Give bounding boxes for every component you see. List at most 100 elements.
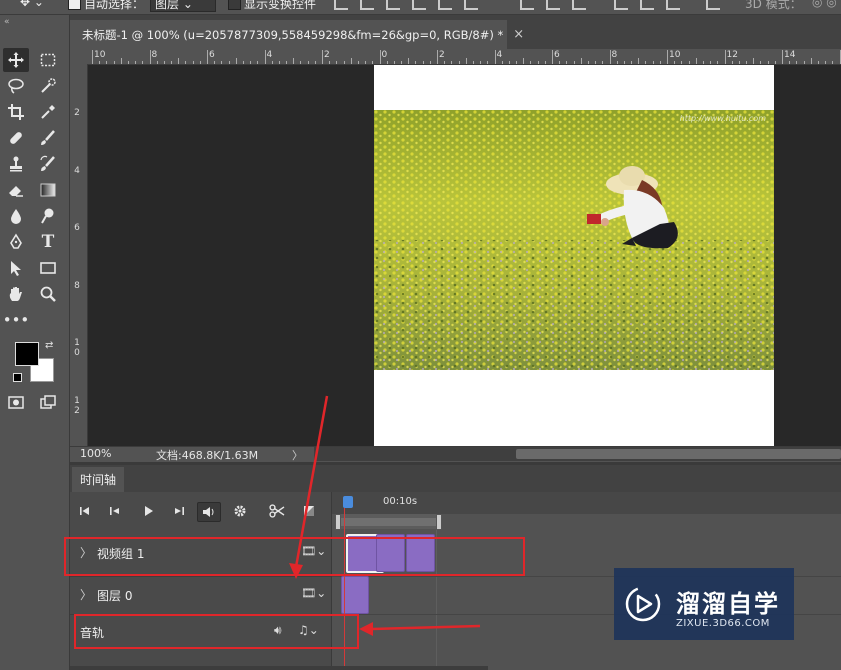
document-tab-title: 未标题-1 @ 100% (u=2057877309,558459298&fm=… <box>82 27 504 42</box>
timeline-scrollbar[interactable] <box>70 666 488 670</box>
swap-colors-icon[interactable]: ⇄ <box>45 340 53 351</box>
playhead-handle[interactable] <box>343 496 353 508</box>
ruler-tick <box>343 61 345 64</box>
ruler-tick <box>523 58 525 64</box>
ruler-tick <box>300 61 302 64</box>
next-frame-icon[interactable] <box>168 502 190 520</box>
zoom-level[interactable]: 100% <box>80 447 111 460</box>
play-icon[interactable] <box>137 502 159 520</box>
align-top-icon[interactable] <box>334 0 348 10</box>
ruler-tick <box>638 58 640 64</box>
ruler-tick <box>199 61 201 64</box>
track-row-layer-0[interactable]: 〉 图层 0 🎞︎⌄ <box>70 576 331 614</box>
default-colors-icon[interactable] <box>13 373 22 382</box>
crop-tool-icon[interactable] <box>3 100 29 124</box>
work-area-bar[interactable] <box>336 518 438 526</box>
show-transform-checkbox[interactable] <box>228 0 241 10</box>
move-tool-icon[interactable] <box>3 48 29 72</box>
audio-mute-toggle-icon[interactable] <box>197 502 221 522</box>
horizontal-scroll-thumb[interactable] <box>516 449 841 459</box>
ruler-tick <box>314 61 316 64</box>
ruler-tick <box>487 61 489 64</box>
ruler-tick <box>336 61 338 64</box>
distribute-vcenter-icon[interactable] <box>546 0 560 10</box>
ruler-tick <box>695 58 697 64</box>
zoom-tool-icon[interactable] <box>35 282 61 306</box>
history-brush-tool-icon[interactable] <box>35 152 61 176</box>
lasso-tool-icon[interactable] <box>3 74 29 98</box>
3d-orbit-icon[interactable]: ◎ ◎ <box>812 0 837 9</box>
work-area-start-handle[interactable] <box>335 514 341 530</box>
timeline-tab[interactable]: 时间轴 <box>72 467 124 492</box>
ruler-tick <box>832 61 834 64</box>
ruler-tick <box>401 61 403 64</box>
distribute-bottom-icon[interactable] <box>572 0 586 10</box>
layer-clip[interactable] <box>341 576 369 614</box>
auto-select-dropdown[interactable]: 图层 ⌄ <box>150 0 216 12</box>
expand-chevron-icon[interactable]: 〉 <box>80 586 92 603</box>
more-tools-icon[interactable]: ••• <box>3 308 30 332</box>
ruler-tick <box>415 61 417 64</box>
ruler-label: 6 <box>209 50 215 60</box>
ruler-origin[interactable] <box>70 49 88 65</box>
go-to-first-frame-icon[interactable] <box>74 502 96 520</box>
marquee-tool-icon[interactable] <box>35 48 61 72</box>
status-menu-arrow[interactable]: 〉 <box>292 447 303 463</box>
move-tool-options-icon[interactable]: ✥ ⌄ <box>20 0 44 9</box>
ruler-tick <box>135 61 137 64</box>
align-vcenter-icon[interactable] <box>360 0 374 10</box>
ruler-tick <box>437 50 438 64</box>
close-tab-icon[interactable]: × <box>513 27 524 42</box>
quick-mask-icon[interactable] <box>3 390 29 414</box>
playback-settings-gear-icon[interactable] <box>229 502 251 520</box>
align-bottom-icon[interactable] <box>386 0 400 10</box>
eraser-tool-icon[interactable] <box>3 178 29 202</box>
distribute-top-icon[interactable] <box>520 0 534 10</box>
ruler-tick <box>731 61 733 64</box>
rectangle-tool-icon[interactable] <box>35 256 61 280</box>
blur-tool-icon[interactable] <box>3 204 29 228</box>
annotation-box-audio-track <box>74 614 359 649</box>
auto-select-checkbox[interactable] <box>68 0 81 10</box>
screen-mode-icon[interactable] <box>35 390 61 414</box>
auto-align-icon[interactable] <box>706 0 720 10</box>
brush-tool-icon[interactable] <box>35 126 61 150</box>
site-watermark: 溜溜自学 ZIXUE.3D66.COM <box>614 568 794 640</box>
eyedropper-tool-icon[interactable] <box>35 100 61 124</box>
ruler-tick <box>163 61 165 64</box>
vertical-ruler[interactable]: 2 4 6 8 1 0 1 2 <box>70 64 88 446</box>
ruler-tick <box>99 61 101 64</box>
document-size-info: 文档:468.8K/1.63M <box>156 449 259 462</box>
dodge-tool-icon[interactable] <box>35 204 61 228</box>
ruler-tick <box>329 61 331 64</box>
transition-icon[interactable] <box>298 502 320 520</box>
align-left-icon[interactable] <box>412 0 426 10</box>
distribute-right-icon[interactable] <box>666 0 680 10</box>
film-strip-icon[interactable]: 🎞︎⌄ <box>301 586 326 600</box>
collapse-panel-icon[interactable]: « <box>4 17 10 27</box>
work-area-end-handle[interactable] <box>436 514 442 530</box>
split-at-playhead-scissors-icon[interactable] <box>266 502 288 520</box>
foreground-color-swatch[interactable] <box>15 342 39 366</box>
previous-frame-icon[interactable] <box>104 502 126 520</box>
ruler-label: 4 <box>74 165 80 176</box>
quick-selection-tool-icon[interactable] <box>35 74 61 98</box>
distribute-left-icon[interactable] <box>614 0 628 10</box>
type-tool-icon[interactable]: T <box>35 230 61 254</box>
horizontal-ruler[interactable]: 1086420246810121416 <box>88 49 841 65</box>
gradient-tool-icon[interactable] <box>35 178 61 202</box>
time-label: 00:10s <box>383 496 418 507</box>
path-selection-tool-icon[interactable] <box>3 256 29 280</box>
pen-tool-icon[interactable] <box>3 230 29 254</box>
healing-brush-tool-icon[interactable] <box>3 126 29 150</box>
ruler-tick <box>480 61 482 64</box>
align-right-icon[interactable] <box>464 0 478 10</box>
ruler-tick <box>688 61 690 64</box>
ruler-tick <box>393 61 395 64</box>
hand-tool-icon[interactable] <box>3 282 29 306</box>
document-tab[interactable]: 未标题-1 @ 100% (u=2057877309,558459298&fm=… <box>70 20 524 49</box>
ruler-tick <box>587 61 589 64</box>
distribute-hcenter-icon[interactable] <box>640 0 654 10</box>
align-hcenter-icon[interactable] <box>438 0 452 10</box>
clone-stamp-tool-icon[interactable] <box>3 152 29 176</box>
